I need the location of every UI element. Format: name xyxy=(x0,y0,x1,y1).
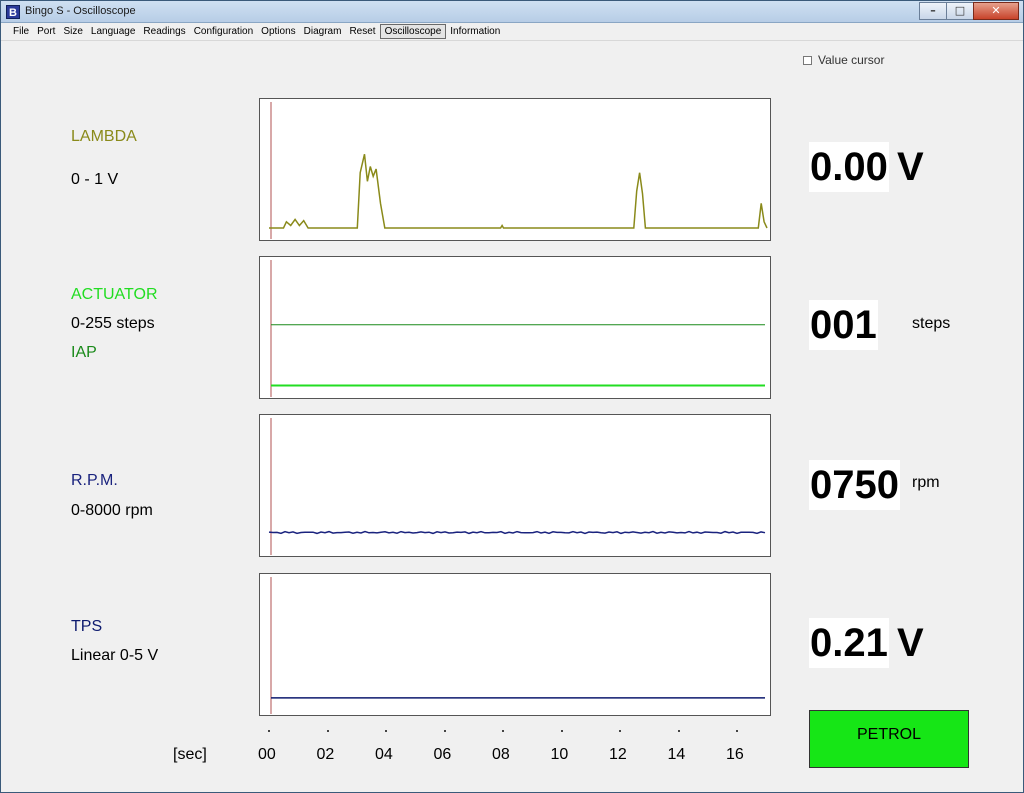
xaxis-tick-label: 02 xyxy=(316,746,335,763)
menu-options[interactable]: Options xyxy=(257,25,299,38)
lambda-range: 0 - 1 V xyxy=(71,171,119,188)
iap-title: IAP xyxy=(71,344,97,361)
fuel-status-button[interactable]: PETROL xyxy=(809,710,969,768)
tps-graph xyxy=(259,573,771,716)
app-window: B Bingo S - Oscilloscope – □ ✕ File Port S… xyxy=(0,0,1024,793)
tps-value: 0.21 xyxy=(809,618,889,668)
lambda-value: 0.00 xyxy=(809,142,889,192)
xaxis-label: [sec] xyxy=(173,746,207,763)
xaxis-tick-label: 08 xyxy=(492,746,510,763)
xaxis-tick-mark xyxy=(560,730,563,732)
menu-language[interactable]: Language xyxy=(87,25,140,38)
value-cursor-label: Value cursor xyxy=(818,53,885,67)
menu-oscilloscope[interactable]: Oscilloscope xyxy=(379,24,447,39)
xaxis-tick-label: 14 xyxy=(667,746,686,763)
lambda-unit: V xyxy=(897,145,924,189)
oscilloscope-view: Value cursor LAMBDA 0 - 1 V 0.00 V ACTUA… xyxy=(1,42,1023,792)
menu-size[interactable]: Size xyxy=(59,25,86,38)
xaxis-tick-mark xyxy=(268,730,270,732)
lambda-title: LAMBDA xyxy=(71,128,137,145)
xaxis-tick-mark xyxy=(443,730,446,732)
rpm-unit: rpm xyxy=(912,474,940,491)
menu-information[interactable]: Information xyxy=(446,25,504,38)
window-title: Bingo S - Oscilloscope xyxy=(25,5,136,17)
rpm-title: R.P.M. xyxy=(71,472,118,489)
actuator-plot xyxy=(270,260,765,397)
xaxis-tick-label: 10 xyxy=(550,746,569,763)
actuator-unit: steps xyxy=(912,315,951,332)
rpm-value: 0750 xyxy=(809,460,900,510)
menu-reset[interactable]: Reset xyxy=(345,25,379,38)
xaxis-tick-mark xyxy=(736,730,738,732)
menu-readings[interactable]: Readings xyxy=(139,25,189,38)
xaxis-tick-label: 00 xyxy=(258,746,276,763)
rpm-trace xyxy=(268,530,766,535)
rpm-graph xyxy=(259,414,771,557)
xaxis-tick-label: 16 xyxy=(726,746,744,763)
actuator-graph xyxy=(259,256,771,399)
lambda-graph xyxy=(259,98,771,241)
menu-file[interactable]: File xyxy=(9,25,33,38)
menu-port[interactable]: Port xyxy=(33,25,59,38)
app-icon: B xyxy=(6,5,20,19)
xaxis-tick-mark xyxy=(326,730,329,732)
actuator-range: 0-255 steps xyxy=(71,315,155,332)
tps-plot xyxy=(270,577,765,714)
rpm-plot xyxy=(268,418,766,555)
xaxis-tick-mark xyxy=(502,730,504,732)
rpm-range: 0-8000 rpm xyxy=(71,502,153,519)
maximize-button[interactable]: □ xyxy=(946,2,974,20)
value-cursor-checkbox[interactable] xyxy=(803,55,812,65)
xaxis-tick-label: 06 xyxy=(433,746,452,763)
tps-range: Linear 0-5 V xyxy=(71,647,159,664)
lambda-plot xyxy=(269,102,768,239)
close-button[interactable]: ✕ xyxy=(973,2,1019,20)
actuator-title: ACTUATOR xyxy=(71,286,158,303)
menu-bar: File Port Size Language Readings Configuratio… xyxy=(1,23,1023,41)
menu-diagram[interactable]: Diagram xyxy=(300,25,346,38)
xaxis-tick-mark xyxy=(677,730,680,732)
xaxis-tick-label: 12 xyxy=(609,746,627,763)
xaxis-tick-mark xyxy=(619,730,621,732)
tps-title: TPS xyxy=(71,618,103,635)
title-bar: B Bingo S - Oscilloscope – □ ✕ xyxy=(1,1,1023,23)
actuator-value: 001 xyxy=(809,300,878,350)
minimize-button[interactable]: – xyxy=(919,2,947,20)
value-cursor-option[interactable]: Value cursor xyxy=(803,53,884,67)
menu-configuration[interactable]: Configuration xyxy=(190,25,257,38)
xaxis-tick-mark xyxy=(385,730,387,732)
tps-unit: V xyxy=(897,621,924,665)
lambda-trace xyxy=(269,154,768,229)
xaxis-tick-label: 04 xyxy=(375,746,393,763)
